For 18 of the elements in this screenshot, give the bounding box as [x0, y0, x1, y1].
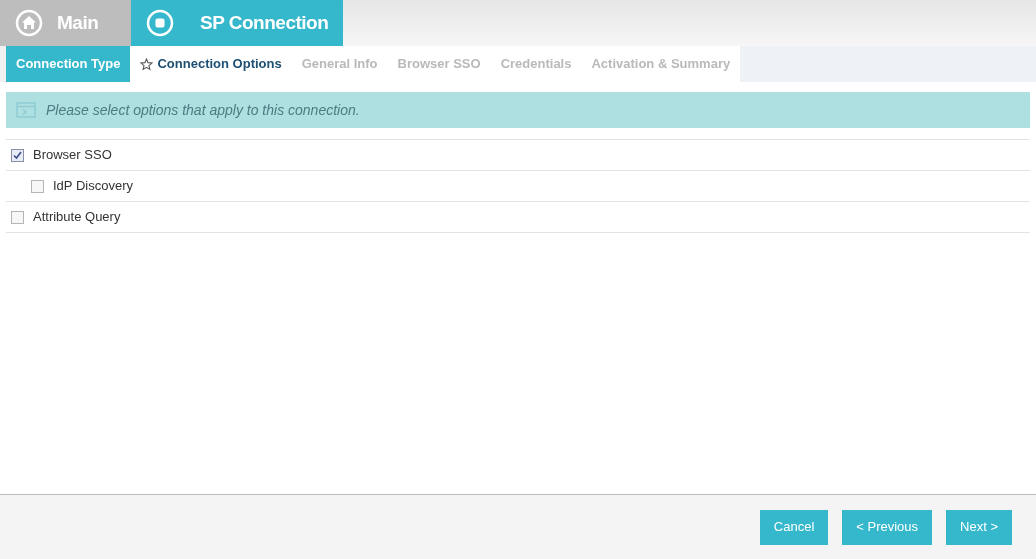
wizard-button[interactable]: Next > [946, 509, 1012, 545]
header-tab[interactable]: Main [0, 0, 131, 46]
option-label: IdP Discovery [53, 177, 133, 196]
home-icon [15, 9, 43, 37]
wizard-tab[interactable]: Connection Type [6, 46, 131, 82]
checkbox[interactable] [11, 210, 24, 224]
window-icon [16, 102, 36, 118]
wizard-button[interactable]: < Previous [842, 509, 933, 545]
option-label: Attribute Query [33, 208, 121, 227]
star-icon [140, 57, 154, 71]
wizard-button[interactable]: Cancel [759, 509, 829, 545]
banner-text: Please select options that apply to this connection. [46, 100, 360, 120]
check-icon [13, 150, 22, 160]
header-tab[interactable]: SP Connection [131, 0, 343, 46]
stop-icon [146, 9, 174, 37]
checkbox[interactable] [31, 179, 44, 193]
option-label: Browser SSO [33, 146, 112, 165]
checkbox[interactable] [11, 148, 24, 162]
